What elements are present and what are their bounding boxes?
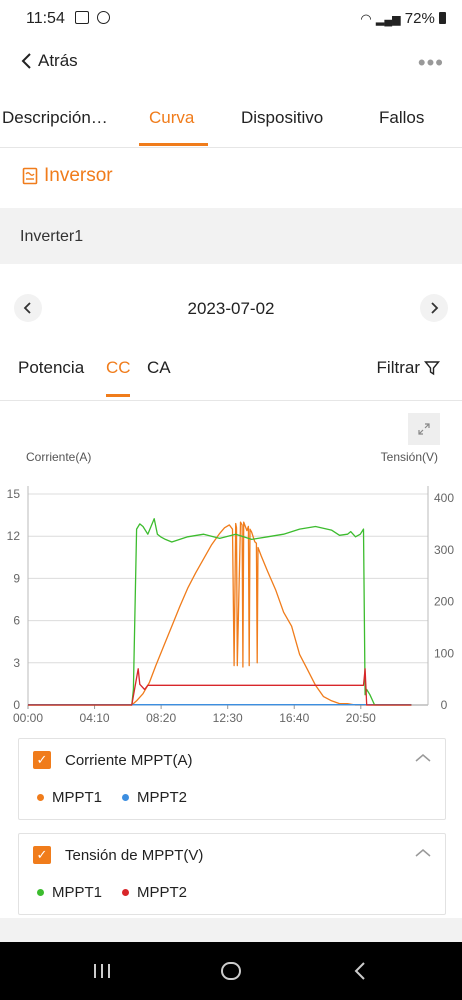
chevron-up-icon[interactable]	[415, 753, 431, 763]
wifi-icon: ◠	[360, 11, 372, 26]
x-tick-label: 08:20	[146, 711, 176, 725]
x-tick-label: 20:50	[346, 711, 376, 725]
next-date-button[interactable]	[420, 294, 448, 322]
filter-icon	[424, 361, 440, 376]
home-icon[interactable]	[220, 961, 242, 981]
main-tabs: Descripción… Curva Dispositivo Fallos	[0, 95, 462, 148]
sub-tabs: Potencia CC CA Filtrar	[0, 350, 462, 401]
expand-icon	[418, 423, 430, 435]
whatsapp-notification-icon	[96, 11, 110, 24]
legend-item[interactable]: MPPT1	[37, 789, 102, 806]
series-dot-icon	[122, 889, 130, 896]
y-left-tick-label: 15	[7, 487, 21, 501]
series-line-mppt1-left	[28, 521, 412, 706]
date-navigator: 2023-07-02	[0, 290, 462, 326]
section-header: Inversor	[22, 165, 113, 187]
y-left-tick-label: 6	[13, 614, 20, 628]
x-tick-label: 04:10	[80, 711, 110, 725]
status-right: ◠ ▂▄▆ 72%	[360, 10, 446, 27]
chevron-left-icon	[21, 53, 31, 69]
legend-item[interactable]: MPPT1	[37, 884, 102, 901]
status-time: 11:54	[26, 10, 110, 28]
x-tick-label: 12:30	[213, 711, 243, 725]
more-options-icon[interactable]: •••	[418, 50, 444, 76]
status-time-text: 11:54	[26, 10, 65, 27]
system-nav-bar	[0, 942, 462, 1000]
active-subtab-indicator	[106, 394, 130, 397]
legend-item-label: MPPT2	[137, 789, 188, 806]
series-line-mppt2-right	[28, 668, 412, 706]
legend-group-current: ✓ Corriente MPPT(A) MPPT1 MPPT2	[18, 738, 446, 820]
legend-item[interactable]: MPPT2	[122, 789, 187, 806]
y-right-tick-label: 300	[434, 543, 454, 557]
signal-icon: ▂▄▆	[375, 14, 401, 26]
legend-group-header[interactable]: ✓ Tensión de MPPT(V)	[33, 846, 203, 864]
legend-item-label: MPPT2	[137, 884, 188, 901]
legend-item-label: MPPT1	[52, 884, 103, 901]
y-right-tick-label: 400	[434, 491, 454, 505]
back-button[interactable]: Atrás	[20, 51, 78, 71]
subtab-ca[interactable]: CA	[147, 358, 171, 378]
y-left-tick-label: 3	[13, 656, 20, 670]
y-right-tick-label: 100	[434, 646, 454, 660]
bottom-spacer	[0, 918, 462, 942]
y-left-tick-label: 0	[13, 698, 20, 712]
legend-group-title: Corriente MPPT(A)	[65, 751, 193, 769]
tab-dispositivo[interactable]: Dispositivo	[241, 108, 323, 128]
y-right-axis-label: Tensión(V)	[380, 450, 438, 464]
checkbox-checked-icon[interactable]: ✓	[33, 751, 51, 769]
series-dot-icon	[37, 889, 44, 896]
filter-button[interactable]: Filtrar	[377, 358, 440, 378]
legend-group-voltage: ✓ Tensión de MPPT(V) MPPT1 MPPT2	[18, 833, 446, 915]
device-name: Inverter1	[20, 228, 84, 245]
tab-descripcion[interactable]: Descripción…	[2, 108, 108, 128]
legend-item[interactable]: MPPT2	[122, 884, 187, 901]
active-tab-indicator	[139, 143, 208, 146]
legend-item-label: MPPT1	[52, 789, 103, 806]
chevron-up-icon[interactable]	[415, 848, 431, 858]
fullscreen-button[interactable]	[408, 413, 440, 445]
x-tick-label: 00:00	[13, 711, 43, 725]
tab-curva[interactable]: Curva	[149, 108, 194, 128]
recent-apps-icon[interactable]	[92, 962, 112, 980]
subtab-potencia[interactable]: Potencia	[18, 358, 84, 378]
y-left-tick-label: 12	[7, 529, 21, 543]
y-left-tick-label: 9	[13, 571, 20, 585]
back-label: Atrás	[38, 51, 78, 70]
filter-label: Filtrar	[376, 358, 420, 377]
battery-percent: 72%	[404, 10, 435, 27]
gallery-notification-icon	[75, 11, 90, 24]
x-tick-label: 16:40	[279, 711, 309, 725]
series-dot-icon	[122, 794, 130, 801]
dc-chart: 0 3 6 9 12 15 0 100 200 300 400 00:00 04:10 08:20 12:3…	[7, 486, 454, 725]
y-left-axis-label: Corriente(A)	[26, 450, 92, 464]
legend-group-title: Tensión de MPPT(V)	[65, 846, 204, 864]
y-right-tick-label: 0	[441, 698, 448, 712]
checkbox-checked-icon[interactable]: ✓	[33, 846, 51, 864]
subtab-cc[interactable]: CC	[106, 358, 131, 378]
tab-fallos[interactable]: Fallos	[379, 108, 424, 128]
section-title: Inversor	[44, 165, 113, 186]
legend-group-header[interactable]: ✓ Corriente MPPT(A)	[33, 751, 193, 769]
battery-icon	[439, 12, 446, 24]
inverter-icon	[22, 167, 38, 185]
back-nav-icon[interactable]	[353, 961, 367, 981]
series-line-mppt1-right	[28, 518, 412, 706]
current-date[interactable]: 2023-07-02	[0, 299, 462, 319]
chevron-right-icon	[431, 302, 439, 314]
y-right-tick-label: 200	[434, 595, 454, 609]
series-dot-icon	[37, 794, 44, 801]
